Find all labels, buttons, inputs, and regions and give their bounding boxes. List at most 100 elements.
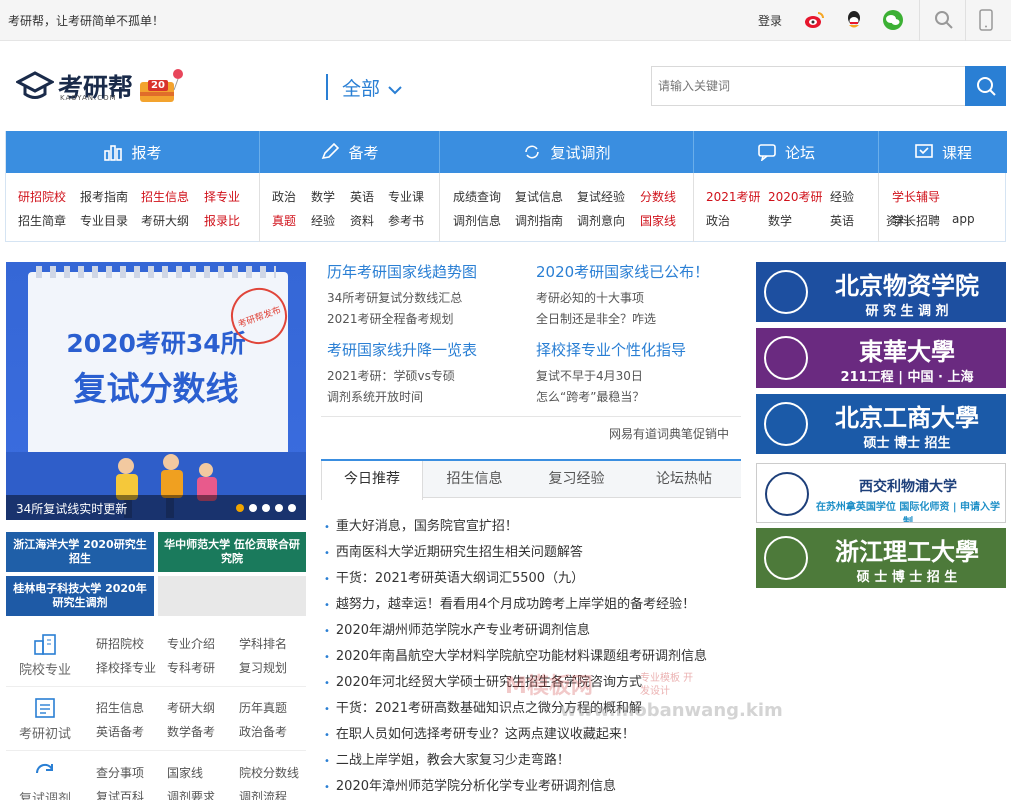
sub-link[interactable]: 2021考研：学硕vs专硕 bbox=[327, 367, 455, 384]
tab-2[interactable]: 招生信息 bbox=[423, 461, 526, 499]
news-item[interactable]: • 2020年南昌航空大学材料学院航空功能材料课题组考研调剂信息 bbox=[324, 645, 707, 664]
left-category-label[interactable]: 考研初试 bbox=[6, 723, 84, 742]
hero-banner[interactable]: 2020考研34所 复试分数线 考研帮发布 34所复试线实时更新 bbox=[6, 262, 306, 520]
news-item[interactable]: • 西南医科大学近期研究生招生相关问题解答 bbox=[324, 541, 583, 560]
left-category-link[interactable]: 调剂要求 bbox=[167, 788, 215, 800]
headline-link[interactable]: 2020考研国家线已公布！ bbox=[536, 261, 709, 282]
nav-link[interactable]: 择专业 bbox=[204, 188, 240, 205]
nav-link[interactable]: 经验 bbox=[311, 212, 335, 229]
left-category-link[interactable]: 考研大纲 bbox=[167, 699, 215, 716]
nav-link[interactable]: 政治 bbox=[706, 212, 730, 229]
search-icon[interactable] bbox=[933, 9, 955, 31]
left-category-label[interactable]: 院校专业 bbox=[6, 659, 84, 678]
nav-header-2[interactable]: 备考 bbox=[260, 131, 440, 173]
category-dropdown[interactable]: 全部 bbox=[326, 74, 402, 100]
left-category-link[interactable]: 招生信息 bbox=[96, 699, 144, 716]
nav-link[interactable]: 参考书 bbox=[388, 212, 424, 229]
search-input[interactable] bbox=[652, 67, 966, 105]
left-category-link[interactable]: 历年真题 bbox=[239, 699, 287, 716]
university-ad[interactable]: 浙江理工大學硕 士 博 士 招 生 bbox=[756, 528, 1006, 588]
headline-link[interactable]: 考研国家线升降一览表 bbox=[327, 339, 477, 360]
nav-link[interactable]: 学长招聘 bbox=[892, 212, 940, 229]
nav-link[interactable]: 考研大纲 bbox=[141, 212, 189, 229]
nav-link[interactable]: 真题 bbox=[272, 212, 296, 229]
weibo-icon[interactable] bbox=[803, 9, 825, 31]
left-category-link[interactable]: 调剂流程 bbox=[239, 788, 287, 800]
nav-link[interactable]: 调剂信息 bbox=[453, 212, 501, 229]
nav-link[interactable]: 报考指南 bbox=[80, 188, 128, 205]
nav-header-4[interactable]: 论坛 bbox=[694, 131, 879, 173]
left-category-link[interactable]: 院校分数线 bbox=[239, 764, 299, 781]
nav-link[interactable]: app bbox=[952, 212, 975, 226]
left-category-link[interactable]: 专科考研 bbox=[167, 659, 215, 676]
headline-link[interactable]: 择校择专业个性化指导 bbox=[536, 339, 686, 360]
left-category-link[interactable]: 查分事项 bbox=[96, 764, 144, 781]
nav-link[interactable]: 复试经验 bbox=[577, 188, 625, 205]
promo-link[interactable]: 网易有道词典笔促销中 bbox=[609, 425, 729, 442]
mobile-icon[interactable] bbox=[975, 9, 997, 31]
nav-link[interactable]: 学长辅导 bbox=[892, 188, 940, 205]
sub-link[interactable]: 全日制还是非全？咋选 bbox=[536, 310, 656, 327]
nav-link[interactable]: 专业课 bbox=[388, 188, 424, 205]
mini-ad-banner[interactable]: 桂林电子科技大学 2020年研究生调剂 bbox=[6, 576, 154, 616]
mini-ad-banner[interactable]: 浙江海洋大学 2020研究生招生 bbox=[6, 532, 154, 572]
university-ad[interactable]: 西交利物浦大学 在苏州拿英国学位 国际化师资 | 申请入学制 bbox=[756, 463, 1006, 523]
left-category-link[interactable]: 英语备考 bbox=[96, 723, 144, 740]
nav-link[interactable]: 招生信息 bbox=[141, 188, 189, 205]
nav-link[interactable]: 资料 bbox=[350, 212, 374, 229]
carousel-dot[interactable] bbox=[236, 504, 244, 512]
carousel-dot[interactable] bbox=[288, 504, 296, 512]
left-category-link[interactable]: 专业介绍 bbox=[167, 635, 215, 652]
nav-link[interactable]: 数学 bbox=[768, 212, 792, 229]
sub-link[interactable]: 考研必知的十大事项 bbox=[536, 289, 644, 306]
left-category-link[interactable]: 复习规划 bbox=[239, 659, 287, 676]
news-item[interactable]: • 2020年漳州师范学院分析化学专业考研调剂信息 bbox=[324, 775, 616, 794]
nav-header-1[interactable]: 报考 bbox=[6, 131, 260, 173]
sub-link[interactable]: 调剂系统开放时间 bbox=[327, 388, 423, 405]
carousel-dot[interactable] bbox=[249, 504, 257, 512]
site-logo[interactable]: 考研帮 KAOYAN.COM 20 bbox=[16, 66, 186, 106]
nav-link[interactable]: 研招院校 bbox=[18, 188, 66, 205]
nav-link[interactable]: 经验 bbox=[830, 188, 854, 205]
left-category-link[interactable]: 数学备考 bbox=[167, 723, 215, 740]
nav-link[interactable]: 招生简章 bbox=[18, 212, 66, 229]
qq-icon[interactable] bbox=[843, 9, 865, 31]
nav-link[interactable]: 2021考研 bbox=[706, 188, 761, 205]
search-button[interactable] bbox=[965, 66, 1006, 106]
left-category-link[interactable]: 政治备考 bbox=[239, 723, 287, 740]
news-item[interactable]: • 2020年河北经贸大学硕士研究生招生各学院咨询方式 bbox=[324, 671, 642, 690]
nav-link[interactable]: 调剂指南 bbox=[515, 212, 563, 229]
left-category-link[interactable]: 国家线 bbox=[167, 764, 203, 781]
news-item[interactable]: • 干货：2021考研英语大纲词汇5500（九） bbox=[324, 567, 584, 586]
nav-link[interactable]: 政治 bbox=[272, 188, 296, 205]
headline-link[interactable]: 历年考研国家线趋势图 bbox=[327, 261, 477, 282]
university-ad[interactable]: 北京物资学院研 究 生 调 剂 bbox=[756, 262, 1006, 322]
carousel-dot[interactable] bbox=[262, 504, 270, 512]
tab-1[interactable]: 今日推荐 bbox=[321, 461, 423, 500]
sub-link[interactable]: 怎么“跨考”最稳当？ bbox=[536, 388, 644, 405]
nav-link[interactable]: 英语 bbox=[350, 188, 374, 205]
left-category-link[interactable]: 复试百科 bbox=[96, 788, 144, 800]
nav-header-3[interactable]: 复试调剂 bbox=[440, 131, 694, 173]
nav-link[interactable]: 英语 bbox=[830, 212, 854, 229]
news-item[interactable]: • 二战上岸学姐，教会大家复习少走弯路！ bbox=[324, 749, 570, 768]
sub-link[interactable]: 2021考研全程备考规划 bbox=[327, 310, 454, 327]
sub-link[interactable]: 34所考研复试分数线汇总 bbox=[327, 289, 462, 306]
university-ad[interactable]: 北京工商大學 硕士 博士 招生 bbox=[756, 394, 1006, 454]
nav-link[interactable]: 复试信息 bbox=[515, 188, 563, 205]
mini-ad-banner[interactable]: 华中师范大学 伍伦贡联合研究院 bbox=[158, 532, 306, 572]
left-category-link[interactable]: 研招院校 bbox=[96, 635, 144, 652]
nav-header-5[interactable]: 课程 bbox=[879, 131, 1007, 173]
news-item[interactable]: • 2020年湖州师范学院水产专业考研调剂信息 bbox=[324, 619, 590, 638]
left-category-link[interactable]: 学科排名 bbox=[239, 635, 287, 652]
news-item[interactable]: • 越努力，越幸运！看看用4个月成功跨考上岸学姐的备考经验！ bbox=[324, 593, 695, 612]
nav-link[interactable]: 2020考研 bbox=[768, 188, 823, 205]
university-ad[interactable]: 東華大學 211工程 | 中国 · 上海 bbox=[756, 328, 1006, 388]
carousel-dot[interactable] bbox=[275, 504, 283, 512]
nav-link[interactable]: 数学 bbox=[311, 188, 335, 205]
tab-3[interactable]: 复习经验 bbox=[526, 461, 627, 499]
nav-link[interactable]: 成绩查询 bbox=[453, 188, 501, 205]
news-item[interactable]: • 在职人员如何选择考研专业？这两点建议收藏起来！ bbox=[324, 723, 635, 742]
nav-link[interactable]: 调剂意向 bbox=[577, 212, 625, 229]
news-item[interactable]: • 重大好消息，国务院官宣扩招！ bbox=[324, 515, 518, 534]
